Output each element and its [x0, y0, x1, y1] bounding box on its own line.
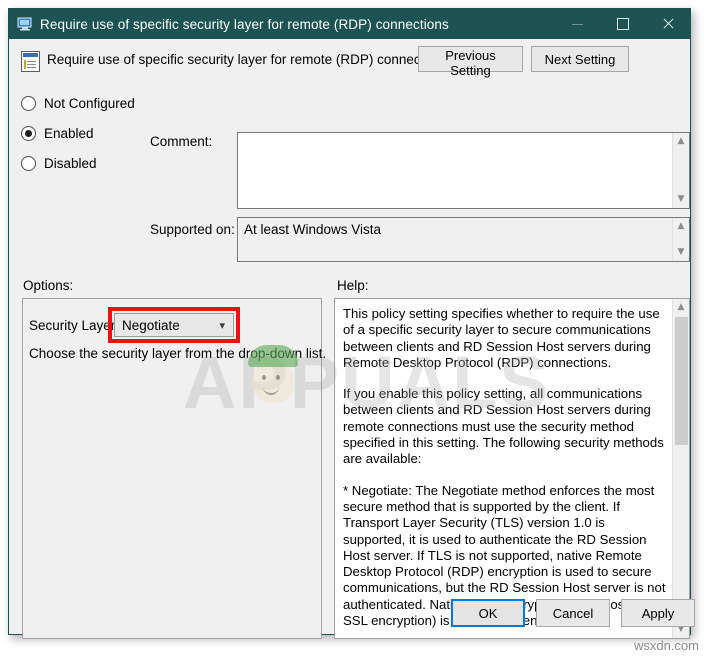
ok-button[interactable]: OK [451, 599, 525, 627]
dialog-body: Require use of specific security layer f… [9, 39, 695, 639]
apply-button[interactable]: Apply [621, 599, 695, 627]
policy-document-icon [21, 51, 40, 72]
radio-disabled[interactable]: Disabled [21, 151, 135, 175]
policy-header: Require use of specific security layer f… [9, 39, 690, 85]
maximize-button[interactable] [600, 9, 645, 39]
window-title: Require use of specific security layer f… [40, 16, 449, 32]
supported-on-value: At least Windows Vista [244, 222, 382, 237]
chevron-down-icon: ▾ [219, 318, 225, 332]
radio-enabled[interactable]: Enabled [21, 121, 135, 145]
cancel-button[interactable]: Cancel [536, 599, 610, 627]
chevron-up-icon[interactable]: ▲ [678, 218, 685, 235]
policy-setting-dialog: Require use of specific security layer f… [8, 8, 695, 639]
chevron-down-icon[interactable]: ▼ [678, 244, 685, 261]
radio-enabled-indicator [21, 125, 36, 141]
radio-enabled-label: Enabled [44, 125, 94, 141]
comment-value [238, 133, 689, 141]
security-layer-value: Negotiate [122, 317, 180, 333]
dialog-footer: OK Cancel Apply [9, 590, 695, 634]
policy-title: Require use of specific security layer f… [47, 52, 450, 67]
radio-not-configured-indicator [21, 95, 36, 111]
radio-not-configured[interactable]: Not Configured [21, 91, 135, 115]
scrollbar-thumb[interactable] [675, 317, 688, 445]
supported-on-scrollbar[interactable]: ▲ ▼ [672, 218, 689, 261]
comment-scrollbar[interactable]: ▲ ▼ [672, 133, 689, 208]
supported-on-box: At least Windows Vista ▲ ▼ [237, 217, 690, 262]
screenshot-root: Require use of specific security layer f… [0, 0, 707, 657]
policy-state-radio-group: Not Configured Enabled Disabled [21, 91, 135, 181]
close-button[interactable] [645, 9, 690, 39]
help-scrollbar[interactable]: ▲ ▼ [672, 299, 689, 638]
chevron-down-icon[interactable]: ▼ [678, 191, 685, 208]
supported-on-label: Supported on: [150, 222, 235, 237]
comment-label: Comment: [150, 134, 213, 149]
radio-disabled-label: Disabled [44, 155, 97, 171]
security-layer-dropdown[interactable]: Negotiate ▾ [114, 313, 234, 337]
title-bar: Require use of specific security layer f… [9, 9, 690, 39]
chevron-up-icon[interactable]: ▲ [678, 299, 685, 316]
help-label: Help: [337, 278, 369, 293]
security-layer-label: Security Layer [29, 318, 116, 333]
help-panel: This policy setting specifies whether to… [334, 298, 690, 639]
previous-setting-button[interactable]: Previous Setting [418, 46, 523, 78]
rdp-monitor-icon [17, 16, 33, 32]
radio-disabled-indicator [21, 155, 36, 171]
help-paragraph: If you enable this policy setting, all c… [343, 386, 664, 467]
window-controls [555, 9, 690, 39]
security-layer-hint: Choose the security layer from the drop-… [29, 346, 327, 361]
help-paragraph: This policy setting specifies whether to… [343, 306, 660, 370]
comment-textarea[interactable]: ▲ ▼ [237, 132, 690, 209]
options-label: Options: [23, 278, 74, 293]
minimize-button[interactable] [555, 9, 600, 39]
site-watermark: wsxdn.com [633, 638, 699, 653]
radio-not-configured-label: Not Configured [44, 95, 135, 111]
chevron-up-icon[interactable]: ▲ [678, 133, 685, 150]
help-text-container: This policy setting specifies whether to… [335, 299, 674, 638]
next-setting-button[interactable]: Next Setting [531, 46, 629, 72]
